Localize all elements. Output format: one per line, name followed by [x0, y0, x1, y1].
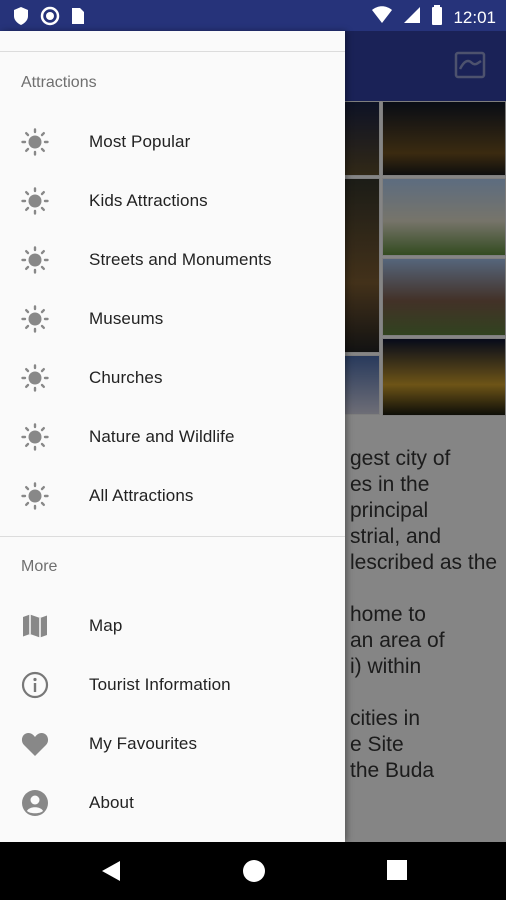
- account-icon: [20, 788, 50, 818]
- drawer-item-label: Tourist Information: [89, 674, 231, 694]
- sun-icon: [20, 481, 50, 511]
- drawer-item-streets-and-monuments[interactable]: Streets and Monuments: [0, 230, 345, 289]
- wifi-icon: [371, 6, 393, 29]
- sun-icon: [20, 363, 50, 393]
- sun-icon: [20, 422, 50, 452]
- drawer-item-nature-and-wildlife[interactable]: Nature and Wildlife: [0, 407, 345, 466]
- signal-icon: [403, 6, 421, 29]
- drawer-item-about[interactable]: About: [0, 773, 345, 832]
- home-icon[interactable]: [242, 859, 266, 888]
- shield-icon: [12, 6, 30, 31]
- sim-card-icon: [70, 6, 86, 31]
- drawer-item-label: About: [89, 792, 134, 812]
- sun-icon: [20, 245, 50, 275]
- drawer-item-churches[interactable]: Churches: [0, 348, 345, 407]
- back-icon[interactable]: [100, 859, 122, 888]
- info-icon: [20, 670, 50, 700]
- system-nav-bar: [0, 842, 506, 900]
- drawer-item-all-attractions[interactable]: All Attractions: [0, 466, 345, 525]
- drawer-item-most-popular[interactable]: Most Popular: [0, 112, 345, 171]
- drawer-top-divider: [0, 51, 345, 52]
- drawer-item-label: Nature and Wildlife: [89, 426, 235, 446]
- sun-icon: [20, 304, 50, 334]
- section-header-more: More: [21, 558, 58, 575]
- drawer-item-label: Streets and Monuments: [89, 249, 272, 269]
- section-header-attractions: Attractions: [21, 74, 97, 91]
- drawer-item-label: Most Popular: [89, 131, 191, 151]
- drawer-item-label: Map: [89, 615, 123, 635]
- sun-icon: [20, 186, 50, 216]
- recents-icon[interactable]: [386, 859, 408, 886]
- drawer-item-label: Churches: [89, 367, 163, 387]
- map-icon: [20, 611, 50, 641]
- drawer-item-my-favourites[interactable]: My Favourites: [0, 714, 345, 773]
- sun-icon: [20, 127, 50, 157]
- navigation-drawer: Attractions Most Popular Kids Attraction…: [0, 31, 345, 842]
- section-divider: [0, 536, 345, 537]
- status-bar: 12:01: [0, 0, 506, 31]
- drawer-item-label: All Attractions: [89, 485, 194, 505]
- drawer-item-museums[interactable]: Museums: [0, 289, 345, 348]
- drawer-item-map[interactable]: Map: [0, 596, 345, 655]
- drawer-item-label: Kids Attractions: [89, 190, 208, 210]
- battery-icon: [431, 5, 443, 30]
- heart-icon: [20, 729, 50, 759]
- drawer-item-label: My Favourites: [89, 733, 198, 753]
- status-time: 12:01: [453, 7, 496, 27]
- drawer-item-tourist-information[interactable]: Tourist Information: [0, 655, 345, 714]
- circle-icon: [40, 6, 60, 31]
- drawer-item-label: Museums: [89, 308, 164, 328]
- drawer-item-kids-attractions[interactable]: Kids Attractions: [0, 171, 345, 230]
